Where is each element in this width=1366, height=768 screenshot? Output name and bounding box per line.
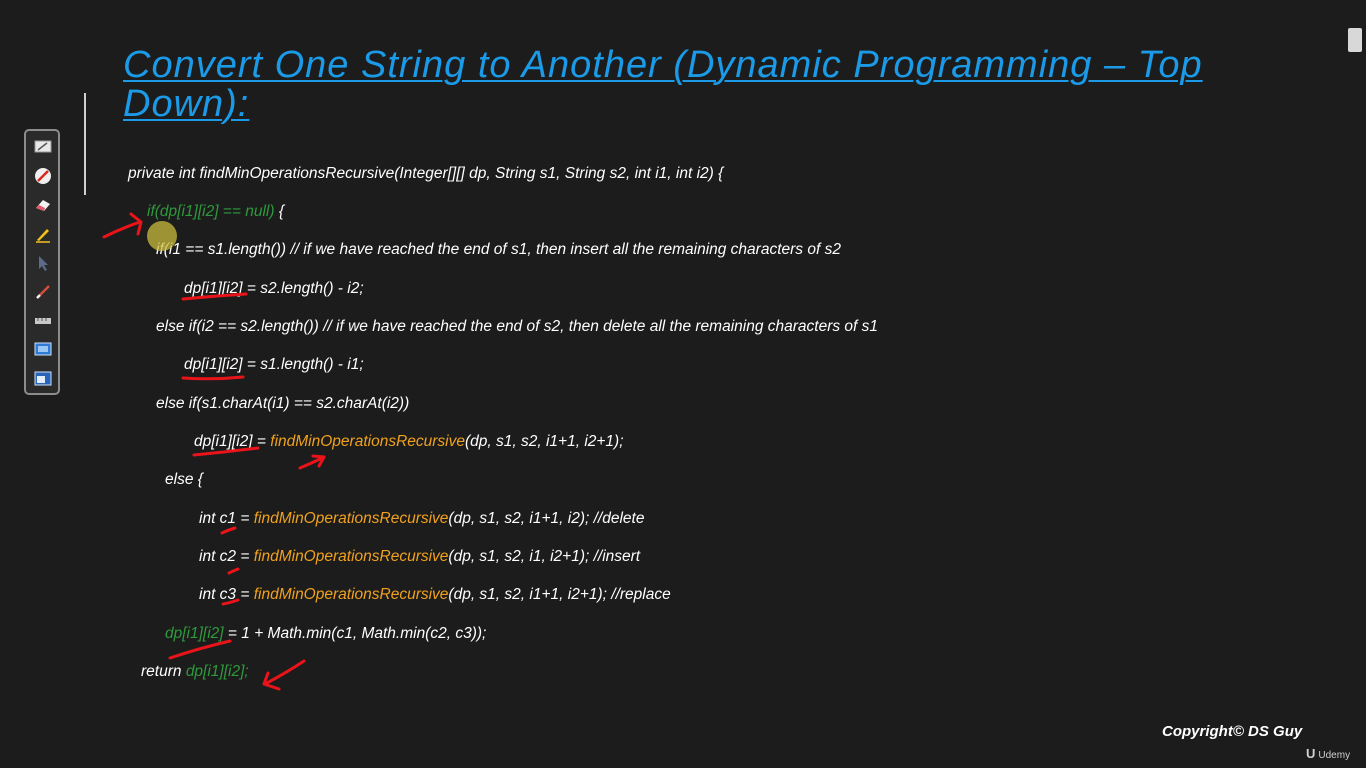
ruler-icon[interactable] bbox=[34, 312, 52, 330]
code-expression: = s2.length() - i2; bbox=[242, 280, 364, 297]
code-equals: = bbox=[252, 433, 271, 450]
code-recursive-call: findMinOperationsRecursive bbox=[253, 548, 449, 565]
underline-annotation bbox=[220, 526, 237, 535]
code-line-signature: private int findMinOperationsRecursive(I… bbox=[128, 165, 724, 182]
code-line-min-assign: dp[i1][i2] = 1 + Math.min(c1, Math.min(c… bbox=[165, 625, 486, 643]
code-expression: = s1.length() - i1; bbox=[242, 356, 364, 373]
udemy-brand: Udemy bbox=[1318, 750, 1351, 761]
menu-handle-icon[interactable] bbox=[1348, 28, 1362, 52]
code-line-assign-2: dp[i1][i2] = s1.length() - i1; bbox=[184, 356, 364, 374]
udemy-logo-icon: U bbox=[1306, 746, 1316, 761]
code-dp-cell: dp[i1][i2] bbox=[194, 433, 253, 450]
slide-title: Convert One String to Another (Dynamic P… bbox=[123, 44, 1203, 125]
code-line-else-if-match: else if(s1.charAt(i1) == s2.charAt(i2)) bbox=[156, 395, 410, 412]
laser-pointer-dot bbox=[147, 221, 177, 251]
code-line-c1: int c1 = findMinOperationsRecursive(dp, … bbox=[199, 510, 644, 528]
code-declaration: int c1 = bbox=[199, 510, 254, 527]
code-declaration: int c3 = bbox=[199, 586, 254, 603]
code-line-c3: int c3 = findMinOperationsRecursive(dp, … bbox=[199, 586, 671, 604]
copyright-notice: Copyright© DS Guy bbox=[1162, 723, 1303, 740]
code-open-brace: { bbox=[274, 203, 284, 220]
code-return-keyword: return bbox=[141, 663, 186, 680]
pen-icon[interactable] bbox=[34, 283, 52, 301]
whiteboard-icon[interactable] bbox=[34, 138, 52, 156]
code-call-args: (dp, s1, s2, i1+1, i2+1); bbox=[464, 433, 624, 450]
highlighter-icon[interactable] bbox=[34, 225, 52, 243]
arrow-annotation bbox=[262, 671, 281, 691]
underline-annotation bbox=[227, 567, 240, 575]
code-recursive-call: findMinOperationsRecursive bbox=[253, 586, 449, 603]
code-line-null-check: if(dp[i1][i2] == null) { bbox=[147, 203, 284, 221]
code-line-assign-3: dp[i1][i2] = findMinOperationsRecursive(… bbox=[194, 433, 624, 451]
code-dp-cell: dp[i1][i2] bbox=[184, 356, 243, 373]
code-dp-cell: dp[i1][i2] bbox=[184, 280, 243, 297]
code-line-else-if-i2: else if(i2 == s2.length()) // if we have… bbox=[156, 318, 879, 335]
arrow-annotation bbox=[298, 455, 326, 470]
code-call-args: (dp, s1, s2, i1, i2+1); //insert bbox=[448, 548, 641, 565]
underline-annotation bbox=[181, 375, 245, 381]
code-line-return: return dp[i1][i2]; bbox=[141, 663, 249, 681]
slide-canvas: Convert One String to Another (Dynamic P… bbox=[0, 0, 1366, 768]
code-declaration: int c2 = bbox=[199, 548, 254, 565]
vertical-divider bbox=[84, 93, 86, 195]
code-call-args: (dp, s1, s2, i1+1, i2+1); //replace bbox=[448, 586, 671, 603]
code-expression: = 1 + Math.min(c1, Math.min(c2, c3)); bbox=[223, 625, 487, 642]
annotation-toolbar bbox=[24, 129, 60, 395]
code-recursive-call: findMinOperationsRecursive bbox=[270, 433, 465, 450]
udemy-watermark: U Udemy bbox=[1306, 746, 1350, 761]
code-line-assign-1: dp[i1][i2] = s2.length() - i2; bbox=[184, 280, 364, 298]
code-line-c2: int c2 = findMinOperationsRecursive(dp, … bbox=[199, 548, 640, 566]
arrow-annotation bbox=[263, 659, 306, 686]
code-recursive-call: findMinOperationsRecursive bbox=[253, 510, 449, 527]
code-dp-cell: dp[i1][i2] bbox=[165, 625, 224, 642]
arrow-annotation bbox=[102, 220, 142, 239]
window-capture-icon[interactable] bbox=[34, 370, 52, 388]
no-entry-icon[interactable] bbox=[34, 167, 52, 185]
arrow-annotation bbox=[129, 212, 143, 236]
code-call-args: (dp, s1, s2, i1+1, i2); //delete bbox=[448, 510, 645, 527]
screen-capture-icon[interactable] bbox=[34, 341, 52, 359]
arrow-annotation bbox=[311, 454, 326, 468]
code-line-else: else { bbox=[165, 471, 203, 488]
code-dp-cell: dp[i1][i2]; bbox=[185, 663, 249, 680]
code-line-if-i1: if(i1 == s1.length()) // if we have reac… bbox=[156, 241, 841, 258]
underline-annotation bbox=[168, 639, 232, 660]
pointer-icon[interactable] bbox=[34, 254, 52, 272]
code-null-condition: if(dp[i1][i2] == null) bbox=[147, 203, 275, 220]
eraser-icon[interactable] bbox=[34, 196, 52, 214]
